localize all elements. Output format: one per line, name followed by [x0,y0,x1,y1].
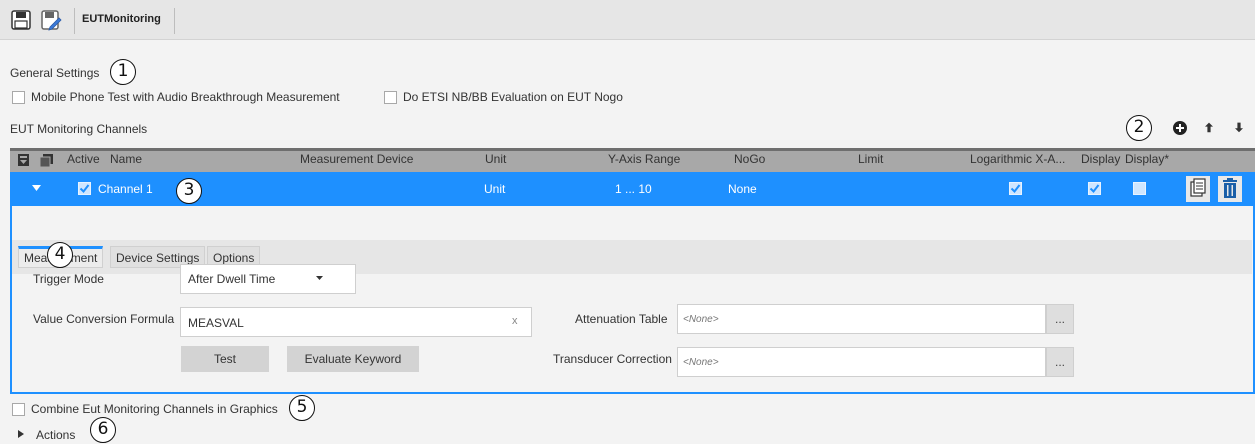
triangle-right-icon[interactable] [18,430,24,438]
value-conversion-value: MEASVAL [188,316,244,330]
test-button[interactable]: Test [181,346,269,372]
callout-4: 4 [47,242,73,268]
general-settings-heading: General Settings [10,66,100,80]
callout-3: 3 [176,178,202,204]
col-limit[interactable]: Limit [858,152,883,166]
save-icon[interactable] [10,9,32,31]
toolbar [0,0,1255,40]
col-y-axis-range[interactable]: Y-Axis Range [608,152,680,166]
col-active[interactable]: Active [67,152,100,166]
combine-channels-checkbox[interactable] [12,403,25,416]
col-nogo[interactable]: NoGo [734,152,765,166]
attenuation-table-label: Attenuation Table [575,312,668,326]
value-conversion-label: Value Conversion Formula [33,312,175,326]
actions-expander[interactable]: Actions [36,428,75,442]
col-unit[interactable]: Unit [485,152,506,166]
channels-heading: EUT Monitoring Channels [10,122,148,136]
expand-all-icon[interactable] [18,154,30,167]
callout-5: 5 [289,395,315,421]
chevron-down-icon[interactable] [32,185,41,192]
col-display-star[interactable]: Display* [1125,152,1169,166]
save-as-icon[interactable] [40,9,62,31]
attenuation-table-value: <None> [683,314,719,325]
etsi-evaluation-label: Do ETSI NB/BB Evaluation on EUT Nogo [403,90,623,104]
transducer-correction-label: Transducer Correction [553,352,672,366]
clear-icon[interactable]: x [512,315,518,327]
row-name[interactable]: Channel 1 [98,182,153,196]
callout-6: 6 [90,417,116,443]
audio-breakthrough-checkbox[interactable] [12,91,25,104]
toolbar-title[interactable]: EUTMonitoring [82,13,161,25]
transducer-correction-input[interactable] [677,347,1046,377]
attenuation-table-input[interactable] [677,304,1046,334]
collapse-all-icon[interactable] [40,154,54,167]
check-icon [79,184,90,194]
audio-breakthrough-label: Mobile Phone Test with Audio Breakthroug… [31,90,340,104]
row-unit: Unit [484,182,506,196]
chevron-down-icon[interactable] [316,276,323,281]
trigger-mode-label: Trigger Mode [33,272,104,286]
delete-icon[interactable] [1218,176,1242,202]
attenuation-browse-button[interactable]: ... [1046,304,1074,334]
col-display[interactable]: Display [1081,152,1120,166]
callout-2: 2 [1126,115,1152,141]
etsi-evaluation-checkbox[interactable] [384,91,397,104]
toolbar-separator [174,8,175,34]
check-icon [1010,184,1021,194]
evaluate-keyword-button[interactable]: Evaluate Keyword [287,346,419,372]
trigger-mode-value: After Dwell Time [188,272,276,286]
combine-channels-label: Combine Eut Monitoring Channels in Graph… [31,402,278,416]
callout-1: 1 [110,59,136,85]
transducer-browse-button[interactable]: ... [1046,347,1074,377]
col-measurement-device[interactable]: Measurement Device [300,152,413,166]
row-y-axis-range: 1 ... 10 [615,182,652,196]
arrow-up-icon[interactable] [1203,121,1215,135]
toolbar-separator [74,8,75,34]
add-icon[interactable] [1172,120,1188,136]
col-name[interactable]: Name [110,152,142,166]
transducer-correction-value: <None> [683,357,719,368]
row-nogo: None [728,182,757,196]
arrow-down-icon[interactable] [1233,121,1245,135]
row-display-star-checkbox[interactable] [1133,182,1146,195]
copy-icon[interactable] [1186,176,1210,202]
col-logarithmic[interactable]: Logarithmic X-A... [970,152,1065,166]
check-icon [1089,184,1100,194]
